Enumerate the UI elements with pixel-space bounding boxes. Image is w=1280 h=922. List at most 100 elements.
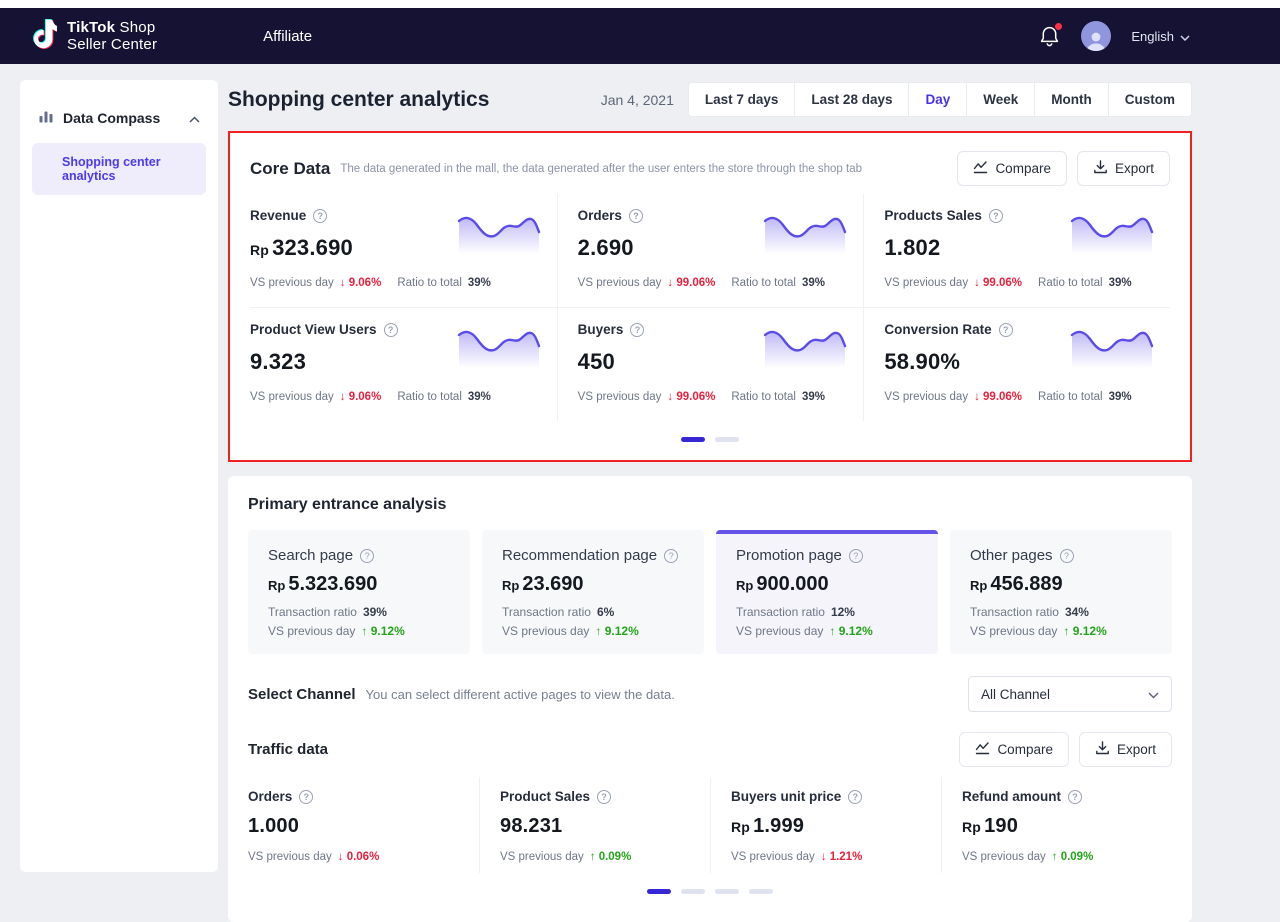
- help-icon[interactable]: ?: [664, 549, 678, 563]
- help-icon[interactable]: ?: [848, 790, 862, 804]
- metric-stats: VS previous day↓ 99.06%Ratio to total39%: [578, 277, 848, 289]
- metric-value: Rp5.323.690: [268, 573, 452, 596]
- transaction-ratio-value: 6%: [597, 605, 614, 619]
- help-icon[interactable]: ?: [313, 209, 327, 223]
- metric-number: 98.231: [500, 815, 562, 837]
- vs-previous-day: VS previous day↓ 99.06%: [884, 277, 1022, 289]
- delta-up: ↑ 9.12%: [1063, 624, 1106, 638]
- traffic-pagination: [248, 889, 1172, 894]
- pagination-dot[interactable]: [681, 437, 705, 442]
- help-icon[interactable]: ?: [999, 323, 1013, 337]
- range-button-day[interactable]: Day: [909, 82, 967, 117]
- core-metric-card: Orders?2.690VS previous day↓ 99.06%Ratio…: [557, 194, 864, 307]
- pagination-dot[interactable]: [715, 889, 739, 894]
- metric-label: Buyers unit price?: [731, 789, 925, 804]
- help-icon[interactable]: ?: [299, 790, 313, 804]
- transaction-ratio: Transaction ratio39%: [268, 605, 452, 619]
- metric-stats: VS previous day↓ 99.06%Ratio to total39%: [578, 391, 848, 403]
- core-metrics-grid: Revenue?Rp323.690VS previous day↓ 9.06%R…: [250, 194, 1170, 421]
- vs-previous-day: VS previous day↓ 9.06%: [250, 277, 381, 289]
- entrance-card-title: Search page?: [268, 547, 452, 564]
- help-icon[interactable]: ?: [384, 323, 398, 337]
- range-button-custom[interactable]: Custom: [1109, 82, 1192, 117]
- ratio-label: Ratio to total: [1038, 391, 1103, 403]
- range-button-month[interactable]: Month: [1035, 82, 1108, 117]
- help-icon[interactable]: ?: [597, 790, 611, 804]
- metric-number: 190: [984, 815, 1018, 837]
- traffic-export-button[interactable]: Export: [1079, 732, 1172, 767]
- avatar[interactable]: [1081, 21, 1111, 51]
- delta-up: ↑ 9.12%: [829, 624, 872, 638]
- metric-name: Buyers: [578, 322, 624, 337]
- vs-label: VS previous day: [250, 391, 334, 403]
- bar-chart-icon: [38, 108, 54, 127]
- help-icon[interactable]: ?: [1068, 790, 1082, 804]
- range-button-last-7-days[interactable]: Last 7 days: [688, 82, 796, 117]
- entrance-title: Primary entrance analysis: [248, 496, 1172, 514]
- core-data-subtitle: The data generated in the mall, the data…: [340, 163, 862, 175]
- nav-item-affiliate[interactable]: Affiliate: [263, 28, 312, 45]
- help-icon[interactable]: ?: [989, 209, 1003, 223]
- language-selector[interactable]: English: [1131, 29, 1190, 44]
- core-metric-card: Products Sales?1.802VS previous day↓ 99.…: [863, 194, 1170, 307]
- range-button-last-28-days[interactable]: Last 28 days: [795, 82, 909, 117]
- top-strip: [0, 0, 1280, 8]
- currency-prefix: Rp: [502, 578, 519, 593]
- entrance-card-title: Recommendation page?: [502, 547, 686, 564]
- entrance-card-search-page[interactable]: Search page? Rp5.323.690 Transaction ratio…: [248, 530, 470, 654]
- vs-label: VS previous day: [736, 624, 823, 638]
- transaction-ratio-label: Transaction ratio: [502, 605, 591, 619]
- delta-up: ↑ 9.12%: [361, 624, 404, 638]
- select-channel-hint: You can select different active pages to…: [366, 687, 675, 702]
- entrance-card-other-pages[interactable]: Other pages?Rp456.889Transaction ratio34…: [950, 530, 1172, 654]
- metric-number: 5.323.690: [288, 573, 377, 595]
- pagination-dot[interactable]: [749, 889, 773, 894]
- entrance-cards-grid: Search page?Rp5.323.690Transaction ratio…: [248, 530, 1172, 654]
- entrance-card-recommendation-page[interactable]: Recommendation page?Rp23.690Transaction …: [482, 530, 704, 654]
- sidebar-section-data-compass[interactable]: Data Compass: [32, 108, 206, 127]
- compare-button[interactable]: Compare: [957, 151, 1067, 186]
- notification-bell-icon[interactable]: [1039, 25, 1061, 47]
- sidebar-item-shopping-center-analytics[interactable]: Shopping center analytics: [32, 143, 206, 195]
- metric-number: 450: [578, 349, 615, 374]
- page-title: Shopping center analytics: [228, 88, 489, 112]
- metric-name: Revenue: [250, 208, 306, 223]
- help-icon[interactable]: ?: [849, 549, 863, 563]
- transaction-ratio-value: 12%: [831, 605, 855, 619]
- brand-logo[interactable]: TikTok Shop Seller Center: [30, 19, 157, 54]
- metric-number: 1.000: [248, 815, 299, 837]
- channel-dropdown[interactable]: All Channel: [968, 676, 1172, 712]
- help-icon[interactable]: ?: [629, 209, 643, 223]
- help-icon[interactable]: ?: [630, 323, 644, 337]
- vs-previous-day: VS previous day ↑ 9.12%: [736, 624, 920, 638]
- delta-down: ↓ 99.06%: [667, 391, 715, 403]
- pagination-dot[interactable]: [681, 889, 705, 894]
- metric-label: Product Sales?: [500, 789, 694, 804]
- ratio-label: Ratio to total: [397, 277, 462, 289]
- export-button[interactable]: Export: [1077, 151, 1170, 186]
- metric-stats: VS previous day↓ 9.06%Ratio to total39%: [250, 277, 541, 289]
- entrance-card-promotion-page[interactable]: Promotion page?Rp900.000Transaction rati…: [716, 530, 938, 654]
- delta-down: ↓ 99.06%: [974, 391, 1022, 403]
- help-icon[interactable]: ?: [1060, 549, 1074, 563]
- entrance-card-name: Recommendation page: [502, 547, 657, 564]
- metric-value: Rp1.999: [731, 815, 925, 838]
- metric-stats: VS previous day↓ 9.06%Ratio to total39%: [250, 391, 541, 403]
- core-metric-card: Revenue?Rp323.690VS previous day↓ 9.06%R…: [250, 194, 557, 307]
- ratio-value: 39%: [468, 391, 491, 403]
- range-button-week[interactable]: Week: [967, 82, 1035, 117]
- help-icon[interactable]: ?: [360, 549, 374, 563]
- metric-name: Orders: [248, 789, 292, 804]
- vs-previous-day: VS previous day↑ 9.12%: [502, 624, 686, 638]
- entrance-card-name: Promotion page: [736, 547, 842, 564]
- compare-chart-icon: [975, 741, 990, 758]
- pagination-dot[interactable]: [715, 437, 739, 442]
- core-pagination: [250, 437, 1170, 442]
- core-metric-card: Product View Users?9.323VS previous day↓…: [250, 307, 557, 421]
- transaction-ratio-label: Transaction ratio: [268, 605, 357, 619]
- pagination-dot[interactable]: [647, 889, 671, 894]
- delta-down: ↓ 9.06%: [340, 277, 382, 289]
- metric-name: Product View Users: [250, 322, 377, 337]
- traffic-compare-button[interactable]: Compare: [959, 732, 1069, 767]
- metric-number: 2.690: [578, 235, 634, 260]
